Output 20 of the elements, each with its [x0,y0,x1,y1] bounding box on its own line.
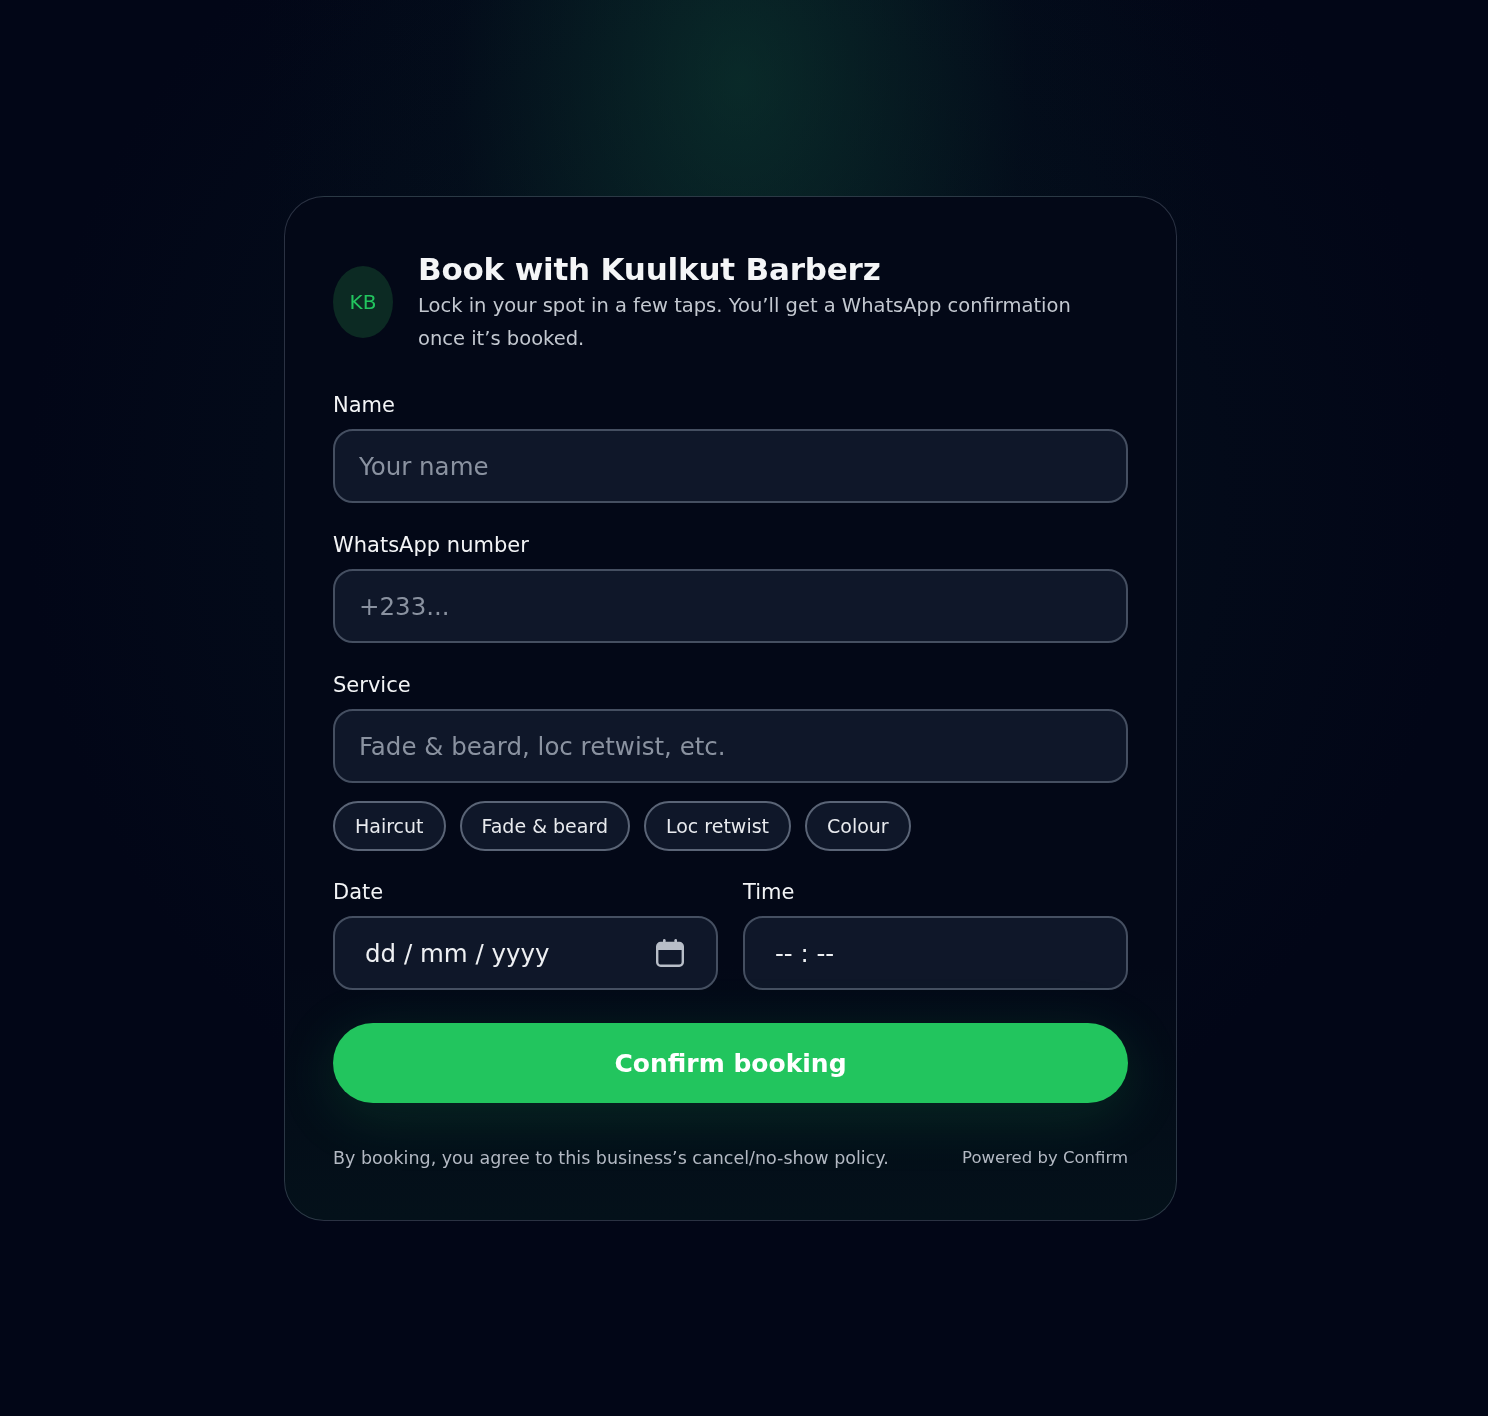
time-field[interactable]: -- : -- [743,916,1128,990]
field-label: Service [333,673,411,697]
input-field[interactable]: Your name [333,429,1128,503]
service-chip[interactable]: Loc retwist [643,801,791,851]
service-chip[interactable]: Haircut [333,801,446,851]
powered-by-note: Powered by Confirm [962,1147,1128,1169]
card-title: Book with Kuulkut Barberz [418,250,882,289]
brand-logo: KB [333,266,393,338]
field-label: Date [333,880,384,904]
policy-note: By booking, you agree to this business’s cancel/no-show policy. [333,1147,889,1169]
calendar-icon[interactable] [656,939,684,967]
field-label: WhatsApp number [333,533,529,557]
date-field[interactable]: dd / mm / yyyy [333,916,718,990]
service-chip[interactable]: Fade & beard [459,801,630,851]
field-label: Name [333,393,395,417]
input-field[interactable]: Fade & beard, loc retwist, etc. [333,709,1128,783]
input-field[interactable]: +233... [333,569,1128,643]
service-chip[interactable]: Colour [805,801,911,851]
card-subtitle: Lock in your spot in a few taps. You’ll get a WhatsApp confirmation once it’s booked. [418,293,1072,352]
field-label: Time [743,880,795,904]
